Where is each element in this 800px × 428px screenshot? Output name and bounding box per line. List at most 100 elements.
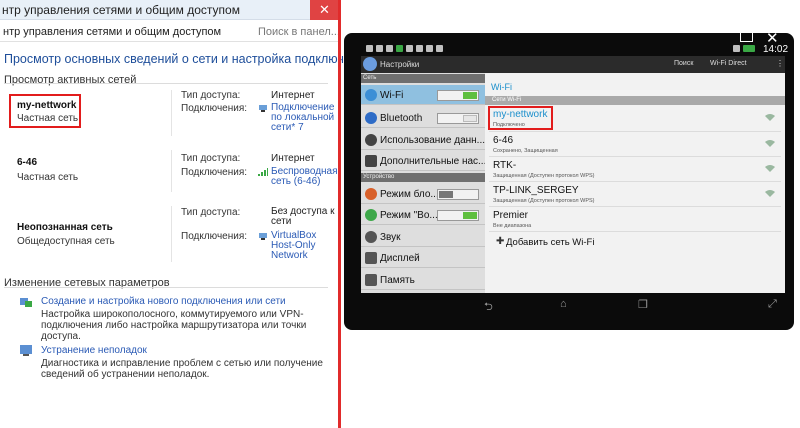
wifi-signal-icon: [258, 168, 268, 176]
divider: [4, 83, 328, 84]
bluetooth-toggle[interactable]: [437, 113, 479, 124]
network-category[interactable]: Частная сеть: [17, 172, 78, 183]
divider: [489, 181, 781, 182]
settings-item-label: Звук: [380, 232, 401, 243]
wifi-network-status: Вне диапазона: [493, 223, 532, 229]
fullscreen-icon[interactable]: ⤢: [768, 298, 777, 311]
notification-icon: [406, 45, 413, 52]
network-category[interactable]: Общедоступная сеть: [17, 236, 115, 247]
notification-icon: [436, 45, 443, 52]
home-icon[interactable]: ⌂: [560, 298, 567, 310]
divider: [489, 156, 781, 157]
divider: [489, 131, 781, 132]
add-wifi-network-button[interactable]: Добавить сеть Wi-Fi: [506, 237, 594, 248]
wifi-pane-title: Wi-Fi: [491, 82, 512, 92]
settings-item-label: Bluetooth: [380, 113, 423, 124]
settings-item-bluetooth[interactable]: Bluetooth: [361, 108, 485, 128]
driving-mode-toggle[interactable]: [437, 210, 479, 221]
network-name: my-nettwork: [17, 100, 77, 111]
wifi-networks-header: Сети Wi-Fi: [485, 96, 785, 105]
network-category[interactable]: Частная сеть: [17, 113, 78, 124]
connection-link[interactable]: VirtualBox Host-Only Network: [271, 231, 335, 261]
settings-item-label: Память: [380, 275, 415, 286]
settings-item-label: Режим "Во...: [380, 210, 438, 221]
troubleshoot-link[interactable]: Устранение неполадок: [41, 345, 147, 356]
settings-item-block-mode[interactable]: Режим бло...: [361, 184, 485, 204]
category-network: Сеть: [361, 74, 485, 83]
window-titlebar: нтр управления сетями и общим доступом: [0, 0, 338, 20]
settings-gear-icon[interactable]: [363, 57, 377, 71]
settings-item-display[interactable]: Дисплей: [361, 248, 485, 268]
add-icon: ✚: [496, 236, 505, 247]
sound-icon: [365, 231, 377, 243]
connections-label: Подключения:: [181, 167, 248, 178]
new-connection-link[interactable]: Создание и настройка нового подключения …: [41, 296, 286, 307]
back-icon[interactable]: ⮌: [484, 298, 493, 317]
wifi-network-name[interactable]: TP-LINK_SERGEY: [493, 185, 579, 196]
network-name: 6-46: [17, 157, 38, 168]
expand-icon[interactable]: [740, 29, 753, 42]
new-connection-desc: Настройка широкополосного, коммутируемог…: [41, 309, 307, 342]
active-networks-label: Просмотр активных сетей: [4, 74, 137, 86]
navigation-bar: [361, 293, 785, 315]
troubleshoot-desc: Диагностика и исправление проблем с сеть…: [41, 358, 323, 380]
ethernet-icon: [259, 105, 267, 112]
address-search[interactable]: Поиск в панел...: [258, 26, 340, 38]
window-border: [338, 0, 341, 428]
divider: [489, 231, 781, 232]
settings-item-more[interactable]: Дополнительные нас...: [361, 151, 487, 171]
network-center-window: нтр управления сетями и общим доступом ✕…: [0, 0, 372, 428]
connections-label: Подключения:: [181, 231, 248, 242]
settings-title: Настройки: [380, 60, 420, 69]
page-heading: Просмотр основных сведений о сети и наст…: [4, 52, 372, 66]
wifi-network-status: Подключено: [493, 122, 525, 128]
settings-item-sound[interactable]: Звук: [361, 227, 485, 247]
wifi-signal-icon: [765, 140, 775, 147]
divider: [4, 287, 328, 288]
settings-item-wifi[interactable]: Wi-Fi: [361, 85, 485, 105]
connection-link[interactable]: Беспроводная сеть (6-46): [271, 167, 338, 187]
wifi-network-name[interactable]: Premier: [493, 210, 528, 221]
search-button[interactable]: Поиск: [674, 60, 693, 67]
settings-item-label: Режим бло...: [380, 189, 439, 200]
wifi-network-status: Защищенная (Доступен протокол WPS): [493, 173, 595, 179]
data-usage-icon: [365, 134, 377, 146]
toggle-knob: [439, 191, 453, 198]
access-type-label: Тип доступа:: [181, 153, 241, 164]
wifi-signal-icon: [765, 165, 775, 172]
wifi-network-status: Защищенная (Доступен протокол WPS): [493, 198, 595, 204]
access-type-label: Тип доступа:: [181, 90, 241, 101]
settings-item-label: Дополнительные нас...: [380, 156, 487, 167]
wifi-signal-icon: [765, 114, 775, 121]
connections-label: Подключения:: [181, 103, 248, 114]
settings-item-storage[interactable]: Память: [361, 270, 485, 290]
category-device: Устройство: [361, 173, 485, 182]
battery-icon: [743, 45, 755, 52]
divider: [171, 150, 172, 192]
notification-icon: [366, 45, 373, 52]
notification-icon: [426, 45, 433, 52]
wifi-network-name[interactable]: RTK-: [493, 160, 516, 171]
divider: [171, 206, 172, 262]
divider: [489, 206, 781, 207]
overflow-menu-icon[interactable]: ⋮: [776, 59, 784, 68]
ethernet-icon: [259, 233, 267, 240]
recent-apps-icon[interactable]: ❐: [638, 298, 648, 311]
settings-item-driving-mode[interactable]: Режим "Во...: [361, 205, 485, 225]
driving-mode-icon: [365, 209, 377, 221]
wifi-network-name[interactable]: my-nettwork: [493, 109, 547, 120]
toggle-knob: [463, 212, 477, 219]
status-bar: [361, 44, 785, 56]
notification-icon: [376, 45, 383, 52]
wifi-direct-button[interactable]: Wi-Fi Direct: [710, 60, 747, 67]
window-title: нтр управления сетями и общим доступом: [2, 3, 240, 17]
block-mode-toggle[interactable]: [437, 189, 479, 200]
close-icon: ✕: [319, 2, 330, 17]
address-bar[interactable]: нтр управления сетями и общим доступом П…: [0, 24, 340, 42]
settings-item-data-usage[interactable]: Использование данн...: [361, 130, 485, 150]
wifi-network-name[interactable]: 6-46: [493, 135, 513, 146]
wifi-toggle[interactable]: [437, 90, 479, 101]
more-settings-icon: [365, 155, 377, 167]
window-close-button[interactable]: ✕: [310, 0, 338, 20]
connection-link[interactable]: Подключение по локальной сети* 7: [271, 103, 335, 133]
